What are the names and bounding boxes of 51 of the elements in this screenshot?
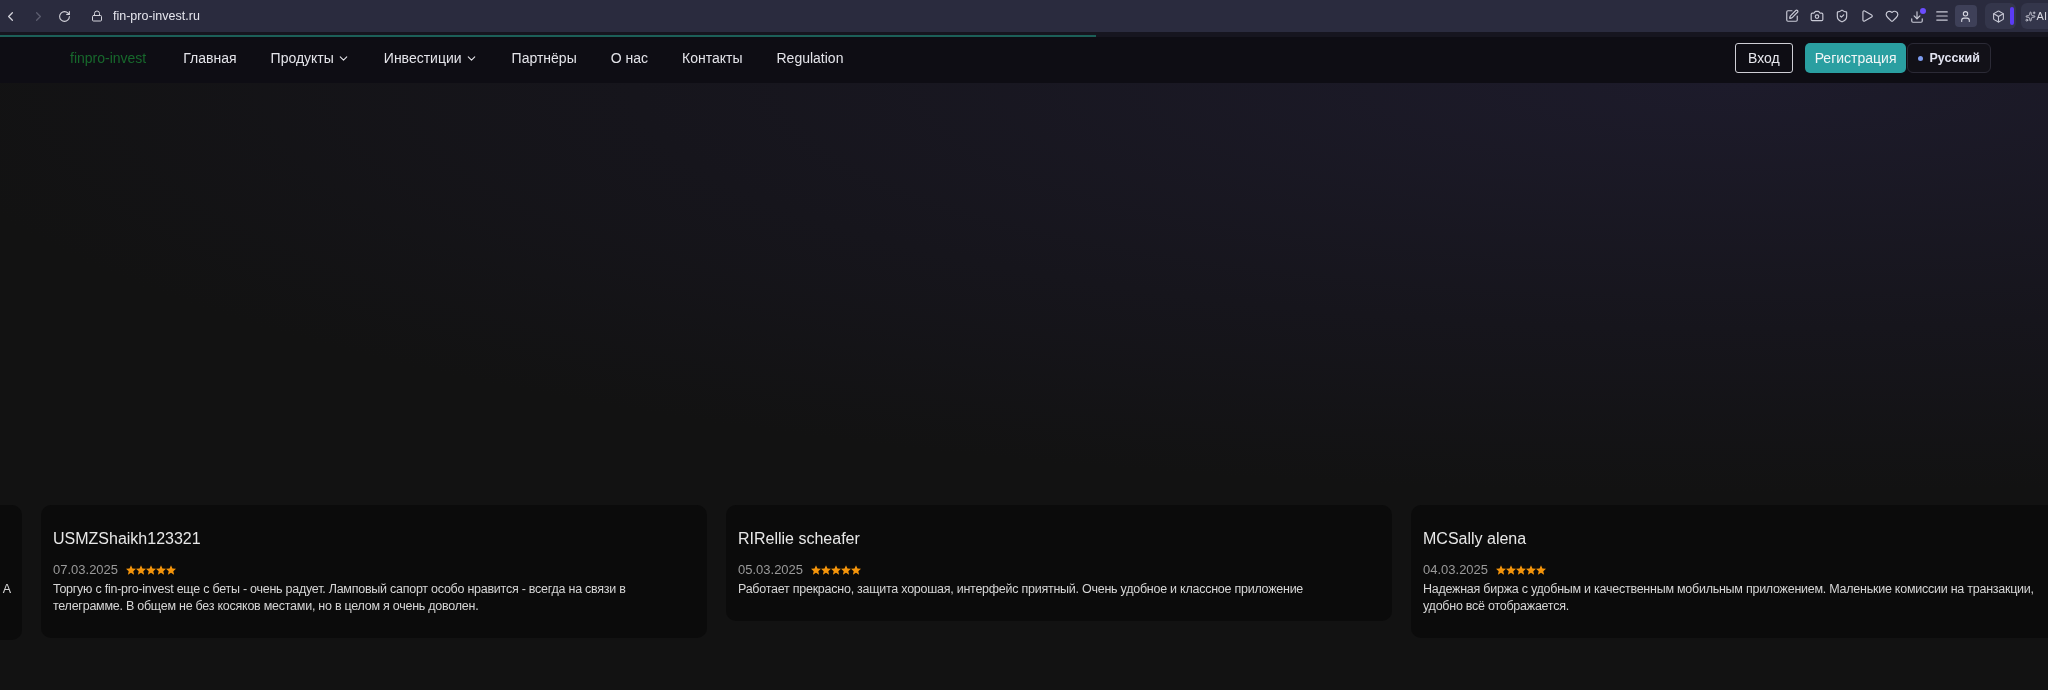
heart-icon[interactable] [1884,9,1899,23]
lock-icon [91,10,103,22]
nav-link[interactable]: Инвестиции [383,47,478,69]
extensions-button[interactable] [1984,3,2016,29]
person-icon [1959,9,1973,23]
reload-icon[interactable] [58,9,71,23]
review-date: 04.03.2025 [1423,561,1489,579]
profile-button[interactable] [1954,5,1977,27]
reviewer-name: MCSally alena [1423,529,1528,549]
star-icon [146,565,157,575]
nav-link[interactable]: Партнёры [511,47,577,69]
nav-link[interactable]: Главная [183,47,237,69]
star-icon [1496,565,1507,575]
star-icon [851,565,862,575]
vertical-bar-icon [2009,7,2014,25]
star-icon [831,565,842,575]
menu-icon[interactable] [1934,9,1949,23]
language-button[interactable]: Русский [1907,43,1991,73]
download-icon[interactable] [1909,8,1926,24]
star-icon [156,565,167,575]
nav-link[interactable]: Regulation [776,47,844,69]
star-icon [1506,565,1517,575]
nav-link[interactable]: Продукты [270,47,350,69]
review-text: A [2,581,11,598]
star-icon [821,565,832,575]
review-text: Надежная биржа с удобным и качественным мобильным приложением. Маленькие комиссии на транзакции, удобно всё отображается. [1423,581,2035,615]
camera-icon[interactable] [1809,9,1824,23]
review-text: Торгую с fin-pro-invest еще с беты - очень радует. Ламповый сапорт особо нравится - всегда на связи в телеграмме. В общем не без косяков местами, но в целом я очень доволен. [53,581,627,615]
star-icon [841,565,852,575]
star-icon [136,565,147,575]
star-icon [126,565,137,575]
reviewer-name: USMZShaikh123321 [53,529,202,549]
cube-icon [1991,9,2005,23]
review-date: 05.03.2025 [738,561,804,579]
nav-link[interactable]: Контакты [682,47,743,69]
reviewer-name: RIRellie scheafer [738,529,861,549]
star-icon [1526,565,1537,575]
nav-link[interactable]: О нас [610,47,648,69]
review-date: 07.03.2025 [53,561,119,579]
star-icon [1516,565,1527,575]
star-icon [166,565,177,575]
address-bar-url[interactable]: fin-pro-invest.ru [113,6,200,26]
sparkle-icon [2024,10,2036,22]
ai-button[interactable]: AI [2020,3,2048,29]
play-icon[interactable] [1859,9,1874,23]
edit-icon[interactable] [1784,9,1799,23]
star-icon [811,565,822,575]
star-icon [1536,565,1547,575]
login-button[interactable]: Вход [1734,43,1793,73]
shield-icon[interactable] [1834,9,1849,23]
review-text: Работает прекрасно, защита хорошая, интерфейс приятный. Очень удобное и классное приложение [738,581,1305,598]
